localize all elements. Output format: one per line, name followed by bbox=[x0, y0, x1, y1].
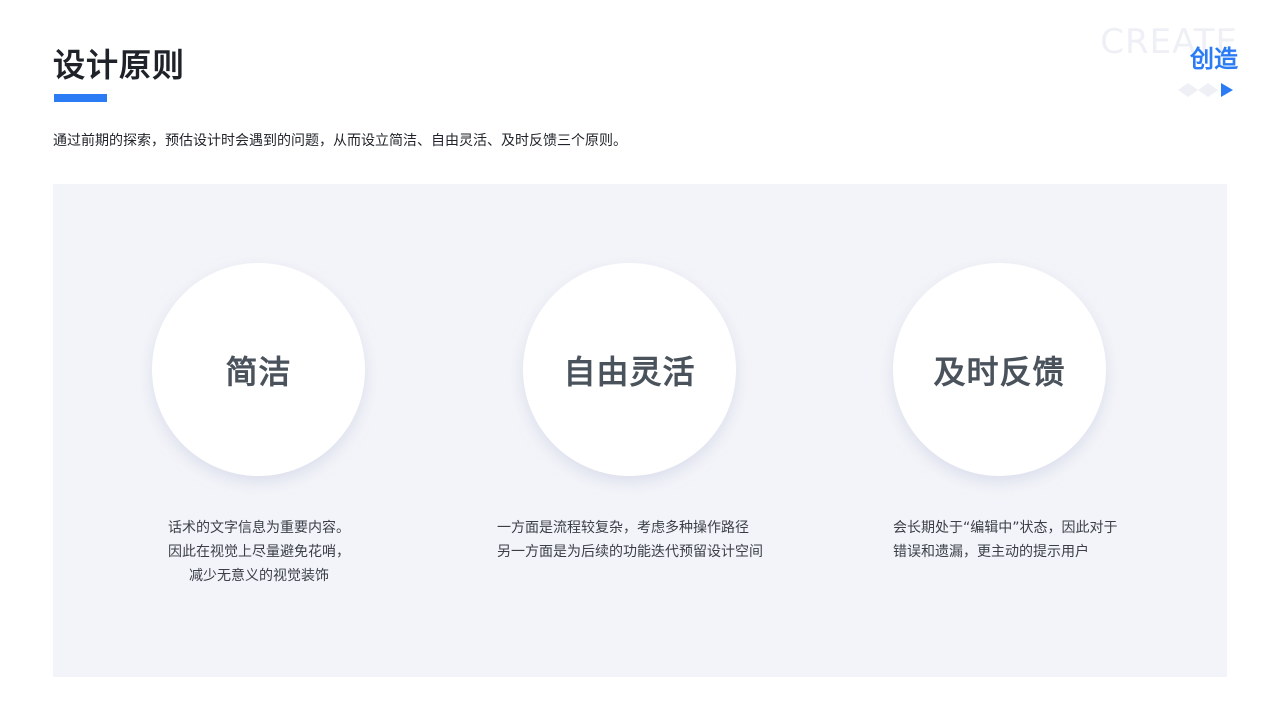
principle-simple: 简洁 话术的文字信息为重要内容。 因此在视觉上尽量避免花哨， 减少无意义的视觉装… bbox=[89, 184, 429, 677]
principle-circle: 简洁 bbox=[152, 263, 365, 476]
principle-description: 话术的文字信息为重要内容。 因此在视觉上尽量避免花哨， 减少无意义的视觉装饰 bbox=[149, 516, 369, 588]
brand-label: 创造 bbox=[1190, 45, 1238, 73]
page-title: 设计原则 bbox=[53, 46, 186, 84]
description-line: 因此在视觉上尽量避免花哨， bbox=[168, 544, 350, 560]
principle-description: 会长期处于“编辑中”状态，因此对于 错误和遗漏，更主动的提示用户 bbox=[893, 516, 1118, 564]
title-underline bbox=[54, 94, 107, 102]
brand-mark: CREATE 创造 bbox=[1098, 22, 1238, 102]
principle-circle: 自由灵活 bbox=[523, 263, 736, 476]
description-line: 另一方面是为后续的功能迭代预留设计空间 bbox=[497, 544, 763, 560]
intro-text: 通过前期的探索，预估设计时会遇到的问题，从而设立简洁、自由灵活、及时反馈三个原则… bbox=[53, 133, 627, 149]
principle-title: 简洁 bbox=[225, 352, 292, 391]
diamond-arrow-icon bbox=[1178, 83, 1233, 97]
principle-title: 自由灵活 bbox=[563, 352, 696, 391]
description-line: 一方面是流程较复杂，考虑多种操作路径 bbox=[497, 520, 749, 536]
principle-feedback: 及时反馈 会长期处于“编辑中”状态，因此对于 错误和遗漏，更主动的提示用户 bbox=[830, 184, 1170, 677]
principles-panel: 简洁 话术的文字信息为重要内容。 因此在视觉上尽量避免花哨， 减少无意义的视觉装… bbox=[53, 184, 1227, 677]
description-line: 错误和遗漏，更主动的提示用户 bbox=[893, 544, 1089, 560]
slide: 设计原则 通过前期的探索，预估设计时会遇到的问题，从而设立简洁、自由灵活、及时反… bbox=[0, 0, 1280, 720]
principle-description: 一方面是流程较复杂，考虑多种操作路径 另一方面是为后续的功能迭代预留设计空间 bbox=[497, 516, 763, 564]
principle-circle: 及时反馈 bbox=[893, 263, 1106, 476]
principle-title: 及时反馈 bbox=[933, 352, 1066, 391]
description-line: 话术的文字信息为重要内容。 bbox=[168, 520, 350, 536]
description-line: 会长期处于“编辑中”状态，因此对于 bbox=[893, 520, 1118, 536]
description-line: 减少无意义的视觉装饰 bbox=[189, 568, 329, 584]
principle-flexible: 自由灵活 一方面是流程较复杂，考虑多种操作路径 另一方面是为后续的功能迭代预留设… bbox=[460, 184, 800, 677]
